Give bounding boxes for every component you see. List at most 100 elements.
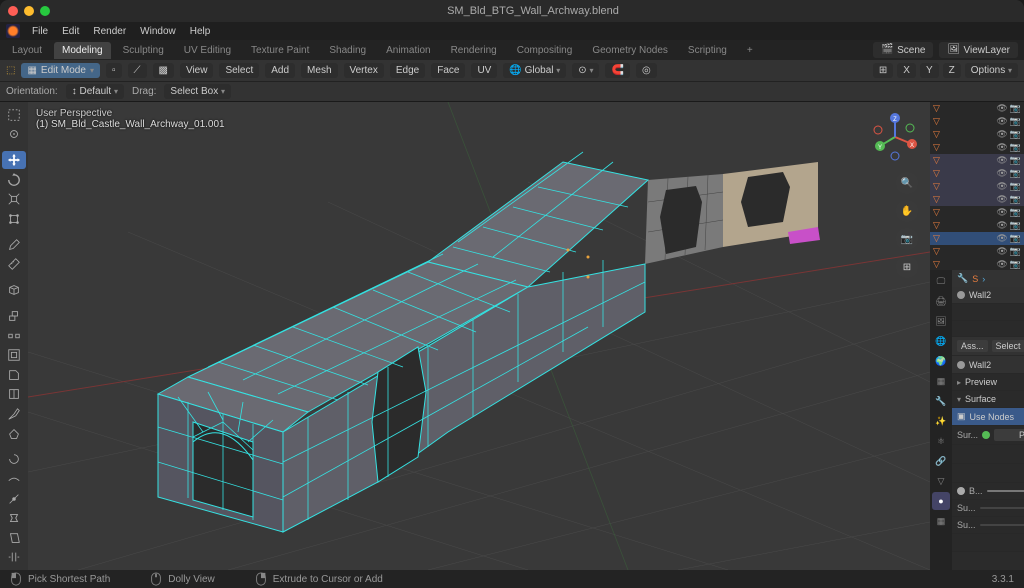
- pan-icon[interactable]: ✋: [896, 200, 918, 222]
- axis-z[interactable]: Z: [943, 63, 961, 78]
- tool-edge-slide[interactable]: [2, 490, 26, 508]
- tool-select-box[interactable]: [2, 106, 26, 124]
- menu-edit[interactable]: Edit: [56, 24, 85, 39]
- material-slot[interactable]: Wall2 +: [952, 287, 1024, 304]
- base-color-swatch[interactable]: [987, 490, 1024, 492]
- tool-rip[interactable]: [2, 548, 26, 566]
- tab-add[interactable]: +: [739, 42, 761, 59]
- tool-polybuild[interactable]: [2, 425, 26, 443]
- tab-compositing[interactable]: Compositing: [509, 42, 581, 59]
- orientation-dropdown[interactable]: ↕ Default ▾: [66, 84, 124, 99]
- subsurf-value[interactable]: [980, 507, 1024, 509]
- menu-mesh[interactable]: Mesh: [301, 63, 337, 78]
- tab-animation[interactable]: Animation: [378, 42, 438, 59]
- menu-uv[interactable]: UV: [471, 63, 497, 78]
- menu-add[interactable]: Add: [265, 63, 295, 78]
- close-window-button[interactable]: [8, 6, 18, 16]
- tool-add-cube[interactable]: [2, 282, 26, 300]
- select-face-icon[interactable]: ▩: [153, 63, 174, 78]
- axis-y[interactable]: Y: [920, 63, 939, 78]
- tab-texturepaint[interactable]: Texture Paint: [243, 42, 317, 59]
- tool-annotate[interactable]: [2, 236, 26, 254]
- camera-icon[interactable]: 📷: [896, 228, 918, 250]
- tool-loopcut[interactable]: [2, 386, 26, 404]
- nav-gizmo[interactable]: X Y Z: [870, 112, 920, 162]
- prop-tab-physics[interactable]: ⚛: [932, 432, 950, 450]
- preview-panel-header[interactable]: ▸Preview: [952, 374, 1024, 391]
- prop-tab-view[interactable]: 🖼: [932, 312, 950, 330]
- tool-cursor[interactable]: [2, 126, 26, 144]
- orientation-global[interactable]: 🌐 Global ▾: [503, 63, 566, 78]
- surface-panel-header[interactable]: ▾Surface: [952, 391, 1024, 408]
- mesh-edit-mode-icon[interactable]: ⊞: [873, 63, 893, 78]
- prop-tab-world[interactable]: 🌍: [932, 352, 950, 370]
- use-nodes-toggle[interactable]: ▣Use Nodes: [952, 408, 1024, 426]
- prop-tab-output[interactable]: 🖨: [932, 292, 950, 310]
- axis-x[interactable]: X: [897, 63, 916, 78]
- tool-inset[interactable]: [2, 347, 26, 365]
- select-edge-icon[interactable]: ⟋: [128, 63, 147, 78]
- prop-tab-material[interactable]: ●: [932, 492, 950, 510]
- tool-measure[interactable]: [2, 256, 26, 274]
- menu-render[interactable]: Render: [87, 24, 132, 39]
- menu-select[interactable]: Select: [219, 63, 259, 78]
- menu-face[interactable]: Face: [431, 63, 465, 78]
- menu-vertex[interactable]: Vertex: [344, 63, 384, 78]
- menu-help[interactable]: Help: [184, 24, 217, 39]
- tab-geonodes[interactable]: Geometry Nodes: [584, 42, 676, 59]
- tab-rendering[interactable]: Rendering: [443, 42, 505, 59]
- tool-bevel[interactable]: [2, 366, 26, 384]
- assign-button[interactable]: Ass...: [957, 340, 988, 352]
- drag-dropdown[interactable]: Select Box ▾: [164, 84, 231, 99]
- zoom-icon[interactable]: 🔍: [896, 172, 918, 194]
- camera-small-icon[interactable]: 📷: [1010, 103, 1021, 114]
- tool-smooth[interactable]: [2, 470, 26, 488]
- tab-uvediting[interactable]: UV Editing: [176, 42, 239, 59]
- select-vert-icon[interactable]: ▫: [106, 63, 122, 78]
- prop-tab-texture[interactable]: ▦: [932, 512, 950, 530]
- scene-dropdown[interactable]: 🎬 Scene: [873, 42, 933, 58]
- tab-modeling[interactable]: Modeling: [54, 42, 111, 59]
- eye-icon[interactable]: 👁: [996, 103, 1007, 114]
- tool-extrude-individual[interactable]: [2, 327, 26, 345]
- tool-shear[interactable]: [2, 529, 26, 547]
- material-name-field[interactable]: Wall2 ⬚ ✕: [952, 356, 1024, 374]
- menu-edge[interactable]: Edge: [390, 63, 425, 78]
- proportional-toggle[interactable]: ◎: [636, 63, 657, 78]
- material-slot-empty[interactable]: −: [952, 304, 1024, 321]
- tab-sculpting[interactable]: Sculpting: [115, 42, 172, 59]
- tool-extrude[interactable]: [2, 307, 26, 325]
- tool-scale[interactable]: [2, 191, 26, 209]
- tool-knife[interactable]: [2, 405, 26, 423]
- prop-tab-modifier[interactable]: 🔧: [932, 392, 950, 410]
- menu-file[interactable]: File: [26, 24, 54, 39]
- select-button[interactable]: Select: [992, 340, 1024, 352]
- minimize-window-button[interactable]: [24, 6, 34, 16]
- subsurf2-value[interactable]: [980, 524, 1024, 526]
- pivot-dropdown[interactable]: ⊙ ▾: [572, 63, 599, 78]
- tool-move[interactable]: [2, 151, 26, 169]
- menu-view[interactable]: View: [180, 63, 214, 78]
- ortho-icon[interactable]: ⊞: [896, 256, 918, 278]
- tool-rotate[interactable]: [2, 171, 26, 189]
- tab-scripting[interactable]: Scripting: [680, 42, 735, 59]
- surface-shader-value[interactable]: Pr...: [994, 429, 1024, 441]
- tab-layout[interactable]: Layout: [4, 42, 50, 59]
- tool-transform[interactable]: [2, 210, 26, 228]
- mode-dropdown[interactable]: ▦ Edit Mode ▾: [21, 63, 100, 78]
- editor-type-icon[interactable]: ⬚: [6, 65, 15, 76]
- viewport-3d[interactable]: User Perspective (1) SM_Bld_Castle_Wall_…: [28, 102, 930, 570]
- menu-window[interactable]: Window: [134, 24, 182, 39]
- prop-tab-constraint[interactable]: 🔗: [932, 452, 950, 470]
- prop-tab-object[interactable]: ▦: [932, 372, 950, 390]
- prop-tab-render[interactable]: 🖵: [932, 272, 950, 290]
- snap-toggle[interactable]: 🧲: [605, 63, 629, 78]
- maximize-window-button[interactable]: [40, 6, 50, 16]
- prop-tab-particle[interactable]: ✨: [932, 412, 950, 430]
- prop-tab-mesh[interactable]: ▽: [932, 472, 950, 490]
- tool-spin[interactable]: [2, 451, 26, 469]
- options-dropdown[interactable]: Options ▾: [965, 63, 1018, 78]
- tool-shrink[interactable]: [2, 509, 26, 527]
- viewlayer-dropdown[interactable]: 🖼 ViewLayer: [939, 42, 1018, 58]
- prop-tab-scene[interactable]: 🌐: [932, 332, 950, 350]
